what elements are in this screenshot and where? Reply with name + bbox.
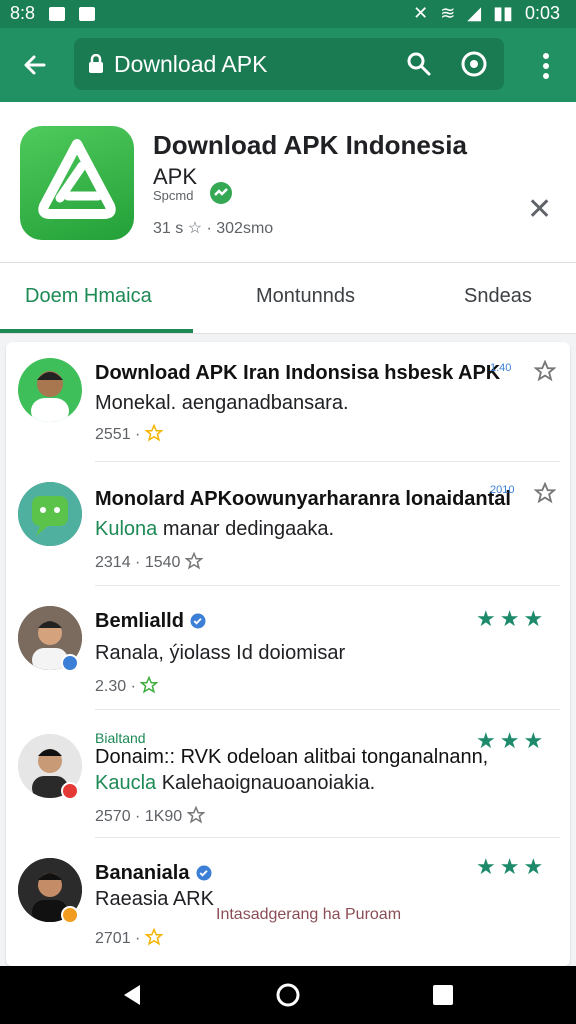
rating-stars: ★★★ xyxy=(476,728,548,753)
item-title: Bananiala xyxy=(95,862,213,885)
compass-icon[interactable] xyxy=(460,50,488,78)
system-nav-bar xyxy=(0,966,576,1024)
star-icon xyxy=(186,806,205,824)
app-icon[interactable] xyxy=(20,126,134,240)
app-rating: 31 s ☆ · 302smo xyxy=(153,220,274,237)
item-meta: 2570 · 1K90 xyxy=(95,806,205,826)
gallery-notification-icon xyxy=(49,6,66,21)
nav-home-icon[interactable] xyxy=(275,982,301,1008)
notification-badge-icon xyxy=(61,906,79,924)
list-item[interactable]: Bemlialld ★★★ Ranala, ýiolass Id doiomis… xyxy=(6,586,570,710)
more-vert-icon[interactable] xyxy=(542,52,550,80)
item-description-prefix: Kaucla xyxy=(95,772,157,794)
item-meta: 2314 · 1540 xyxy=(95,552,203,572)
close-icon[interactable]: ✕ xyxy=(527,195,552,225)
item-description: Kulona manar dedingaaka. xyxy=(95,518,334,541)
star-icon xyxy=(184,552,203,570)
item-meta: 2701 · xyxy=(95,928,163,948)
avatar xyxy=(18,358,82,422)
list-item[interactable]: Download APK Iran Indonsisa hsbesk APK 1… xyxy=(6,342,570,462)
verified-icon xyxy=(196,865,212,881)
message-notification-icon xyxy=(79,6,96,21)
search-icon[interactable] xyxy=(406,51,432,77)
list-item[interactable]: Bialtand Donaim:: RVK odeloan alitbai to… xyxy=(6,710,570,838)
item-tag: 2010 xyxy=(490,484,515,496)
item-title: Download APK Iran Indonsisa hsbesk APK xyxy=(95,362,501,384)
item-tag: 1.40 xyxy=(490,362,512,374)
item-description-text: Kalehaoignauoanoiakia. xyxy=(161,772,376,794)
lock-icon xyxy=(89,54,103,73)
item-description-prefix: Kulona xyxy=(95,518,158,540)
item-title: Monolard APKoowunyarharanra lonaidantal xyxy=(95,488,511,510)
item-link[interactable]: Intasadgerang ha Puroam xyxy=(216,906,401,924)
url-bar[interactable]: Download APK xyxy=(74,38,504,90)
tab-bar: Doem Hmaica Montunnds Sndeas xyxy=(0,263,576,333)
item-meta-text: 2.30 · xyxy=(95,678,136,695)
battery-icon: ▮▮ xyxy=(493,3,513,23)
browser-toolbar: Download APK xyxy=(0,28,576,102)
item-description: Raeasia ARK xyxy=(95,888,214,910)
avatar xyxy=(18,482,82,546)
verified-icon xyxy=(210,182,232,204)
app-banner: Download APK Indonesia APK Spcmd 31 s ☆ … xyxy=(0,102,576,262)
item-meta-text: 2314 · 1540 xyxy=(95,554,181,571)
item-meta-text: 2701 · xyxy=(95,930,141,947)
tab-second[interactable]: Montunnds xyxy=(256,285,355,308)
item-description-text: manar dedingaaka. xyxy=(162,518,335,540)
status-bar: 8:8 ✕ ≋ ◢ ▮▮ 0:03 xyxy=(0,0,576,28)
wifi-icon: ≋ xyxy=(440,3,456,23)
url-text[interactable]: Download APK xyxy=(114,51,267,78)
verified-icon xyxy=(190,613,206,629)
item-meta-text: 2570 · 1K90 xyxy=(95,808,183,825)
bookmark-star-icon[interactable] xyxy=(533,481,557,509)
tab-third[interactable]: Sndeas xyxy=(464,285,532,308)
item-meta: 2.30 · xyxy=(95,676,159,696)
list-item[interactable]: Bananiala ★★★ Raeasia ARK Intasadgerang … xyxy=(6,838,570,966)
app-title: Download APK Indonesia xyxy=(153,130,467,160)
signal-icon: ◢ xyxy=(467,3,482,23)
star-icon xyxy=(140,676,159,694)
verified-badge-icon xyxy=(61,654,79,672)
item-meta-text: 2551 · xyxy=(95,426,141,443)
nav-back-icon[interactable] xyxy=(120,983,144,1007)
app-subtitle: APK xyxy=(153,164,198,189)
notification-badge-icon xyxy=(61,782,79,800)
item-meta: 2551 · xyxy=(95,424,163,444)
app-developer: Spcmd xyxy=(153,188,194,203)
results-list: Download APK Iran Indonsisa hsbesk APK 1… xyxy=(6,342,570,966)
tab-first[interactable]: Doem Hmaica xyxy=(25,285,152,308)
nav-recents-icon[interactable] xyxy=(432,984,454,1006)
list-item[interactable]: Monolard APKoowunyarharanra lonaidantal … xyxy=(6,462,570,586)
item-title-text: Bemlialld xyxy=(95,610,184,632)
star-icon xyxy=(144,928,163,946)
item-description: Ranala, ýiolass Id doiomisar xyxy=(95,642,346,664)
item-title-text: Bananiala xyxy=(95,862,190,884)
mute-icon: ✕ xyxy=(413,3,429,23)
rating-stars: ★★★ xyxy=(476,606,548,631)
item-title: Bemlialld xyxy=(95,610,207,633)
star-icon xyxy=(144,424,163,442)
item-title: Donaim:: RVK odeloan alitbai tonganalnan… xyxy=(95,746,489,768)
status-left-text: 8:8 xyxy=(10,3,36,23)
item-label: Bialtand xyxy=(95,730,146,746)
item-description: Kaucla Kalehaoignauoanoiakia. xyxy=(95,772,375,795)
rating-stars: ★★★ xyxy=(476,854,548,879)
status-time: 0:03 xyxy=(524,3,560,23)
bookmark-star-icon[interactable] xyxy=(533,359,557,387)
back-arrow-icon[interactable] xyxy=(20,50,50,80)
item-description: Monekal. aenganadbansara. xyxy=(95,392,349,414)
